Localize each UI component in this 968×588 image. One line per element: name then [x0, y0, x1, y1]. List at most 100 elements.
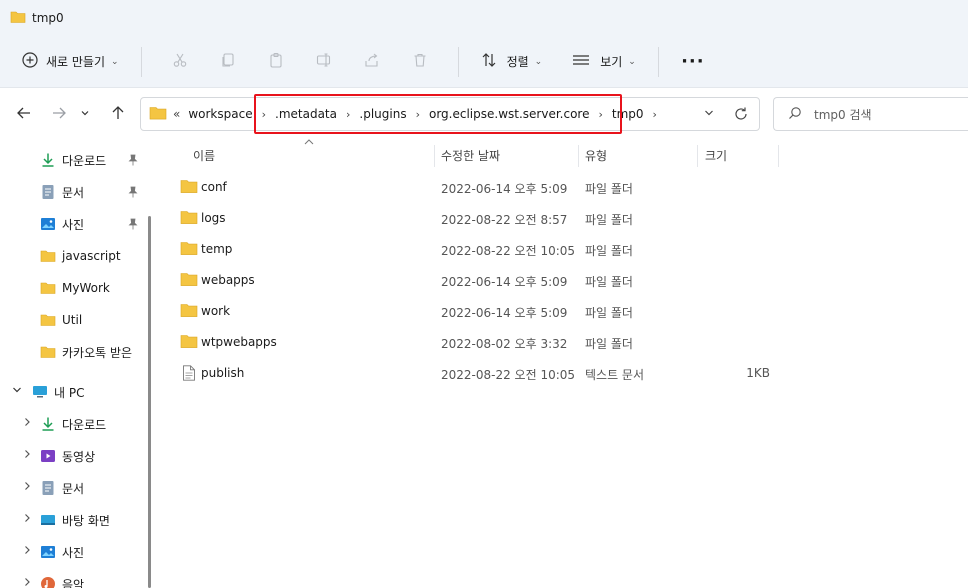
delete-button[interactable] — [396, 45, 444, 79]
file-date: 2022-08-22 오전 8:57 — [441, 213, 568, 227]
sidebar-item-util[interactable]: Util — [0, 305, 152, 335]
cut-button[interactable] — [156, 45, 204, 79]
forward-button[interactable] — [42, 97, 76, 131]
file-name: temp — [201, 242, 233, 256]
sort-ascending-icon — [304, 137, 314, 148]
new-button[interactable]: 새로 만들기 ⌄ — [14, 45, 127, 79]
pin-icon[interactable] — [128, 218, 138, 233]
refresh-icon[interactable] — [733, 106, 749, 125]
folder-icon — [40, 344, 56, 360]
sidebar-item-pictures[interactable]: 사진 — [0, 209, 152, 239]
trash-icon — [412, 52, 428, 71]
text-file-icon — [182, 365, 196, 384]
sidebar-item-pc-downloads[interactable]: 다운로드 — [0, 409, 152, 439]
breadcrumb-separator-icon[interactable]: › — [598, 108, 602, 121]
file-row[interactable]: publish 2022-08-22 오전 10:05 텍스트 문서 1KB — [170, 358, 968, 388]
file-row[interactable]: work 2022-06-14 오후 5:09 파일 폴더 — [170, 296, 968, 326]
recent-locations-button[interactable] — [72, 97, 98, 131]
sidebar-item-pc-documents[interactable]: 문서 — [0, 473, 152, 503]
sidebar-scrollbar[interactable] — [148, 216, 151, 588]
column-header-name[interactable]: 이름 — [193, 141, 215, 169]
sidebar-item-pc-desktop[interactable]: 바탕 화면 — [0, 505, 152, 535]
column-divider[interactable] — [578, 145, 579, 167]
download-icon — [40, 416, 56, 432]
arrow-right-icon — [51, 105, 67, 124]
view-button[interactable]: 보기 ⌄ — [564, 45, 644, 79]
sort-button[interactable]: 정렬 ⌄ — [473, 45, 551, 79]
breadcrumb-separator-icon[interactable]: › — [346, 108, 350, 121]
navigation-pane: 다운로드 문서 사진 javascript MyWork Util 카카오톡 받… — [0, 141, 152, 588]
file-row[interactable]: webapps 2022-06-14 오후 5:09 파일 폴더 — [170, 265, 968, 295]
sidebar-item-pc-videos[interactable]: 동영상 — [0, 441, 152, 471]
sidebar-item-label: MyWork — [62, 281, 110, 295]
rename-button[interactable] — [300, 45, 348, 79]
file-type: 파일 폴더 — [585, 275, 633, 289]
video-icon — [40, 448, 56, 464]
file-date: 2022-08-02 오후 3:32 — [441, 337, 568, 351]
sidebar-item-pc-music[interactable]: 음악 — [0, 569, 152, 588]
search-input[interactable]: tmp0 검색 — [814, 106, 872, 123]
pc-icon — [32, 384, 48, 400]
column-header-date[interactable]: 수정한 날짜 — [441, 141, 500, 169]
up-button[interactable] — [101, 97, 135, 131]
sidebar-item-kakaotalk[interactable]: 카카오톡 받은 — [0, 337, 152, 367]
sort-icon — [481, 52, 497, 71]
pin-icon[interactable] — [128, 154, 138, 169]
column-divider[interactable] — [778, 145, 779, 167]
document-icon — [40, 480, 56, 496]
folder-icon — [180, 210, 198, 228]
column-header-size[interactable]: 크기 — [705, 141, 727, 169]
column-header-type[interactable]: 유형 — [585, 141, 607, 169]
breadcrumb-separator-icon[interactable]: › — [653, 108, 657, 121]
breadcrumb: workspace › .metadata › .plugins › org.e… — [188, 107, 666, 121]
sidebar-item-documents[interactable]: 문서 — [0, 177, 152, 207]
address-bar[interactable]: « workspace › .metadata › .plugins › org… — [140, 97, 760, 131]
sidebar-item-label: 문서 — [62, 481, 85, 496]
sidebar-item-this-pc[interactable]: 내 PC — [0, 377, 152, 407]
sidebar-item-label: 내 PC — [54, 385, 85, 400]
command-bar: 새로 만들기 ⌄ 정렬 ⌄ 보기 ⌄ ··· — [0, 36, 968, 88]
file-row[interactable]: logs 2022-08-22 오전 8:57 파일 폴더 — [170, 203, 968, 233]
breadcrumb-item[interactable]: org.eclipse.wst.server.core — [429, 107, 590, 121]
breadcrumb-item[interactable]: tmp0 — [612, 107, 644, 121]
back-button[interactable] — [7, 97, 41, 131]
breadcrumb-item[interactable]: .plugins — [359, 107, 406, 121]
more-options-button[interactable]: ··· — [673, 45, 713, 79]
file-row[interactable]: temp 2022-08-22 오전 10:05 파일 폴더 — [170, 234, 968, 264]
folder-icon — [180, 334, 198, 352]
address-history-button[interactable] — [703, 107, 715, 122]
breadcrumb-item[interactable]: workspace — [188, 107, 252, 121]
sidebar-item-label: 바탕 화면 — [62, 513, 110, 528]
share-button[interactable] — [348, 45, 396, 79]
file-row[interactable]: wtpwebapps 2022-08-02 오후 3:32 파일 폴더 — [170, 327, 968, 357]
sidebar-item-label: 음악 — [62, 577, 85, 588]
folder-icon — [180, 179, 198, 197]
sidebar-item-downloads[interactable]: 다운로드 — [0, 145, 152, 175]
chevron-down-icon: ⌄ — [628, 56, 636, 67]
sidebar-item-mywork[interactable]: MyWork — [0, 273, 152, 303]
file-row[interactable]: conf 2022-06-14 오후 5:09 파일 폴더 — [170, 172, 968, 202]
file-date: 2022-06-14 오후 5:09 — [441, 182, 568, 196]
sidebar-item-pc-pictures[interactable]: 사진 — [0, 537, 152, 567]
file-list: 이름 수정한 날짜 유형 크기 conf 2022-06-14 오후 5:09 … — [170, 139, 968, 588]
search-box[interactable]: tmp0 검색 — [773, 97, 968, 131]
pin-icon[interactable] — [128, 186, 138, 201]
file-name: conf — [201, 180, 227, 194]
view-button-label: 보기 — [600, 55, 623, 69]
breadcrumb-item[interactable]: .metadata — [275, 107, 337, 121]
file-size: 1KB — [746, 366, 770, 380]
sort-button-label: 정렬 — [506, 55, 529, 69]
sidebar-item-javascript[interactable]: javascript — [0, 241, 152, 271]
paste-button[interactable] — [252, 45, 300, 79]
desktop-icon — [40, 512, 56, 528]
column-divider[interactable] — [697, 145, 698, 167]
sidebar-item-label: 다운로드 — [62, 153, 107, 168]
copy-button[interactable] — [204, 45, 252, 79]
column-divider[interactable] — [434, 145, 435, 167]
folder-icon — [149, 106, 167, 123]
folder-icon — [40, 312, 56, 328]
breadcrumb-separator-icon[interactable]: › — [262, 108, 266, 121]
sidebar-item-label: Util — [62, 313, 83, 327]
breadcrumb-separator-icon[interactable]: › — [416, 108, 420, 121]
overflow-chevron-icon[interactable]: « — [173, 107, 180, 121]
